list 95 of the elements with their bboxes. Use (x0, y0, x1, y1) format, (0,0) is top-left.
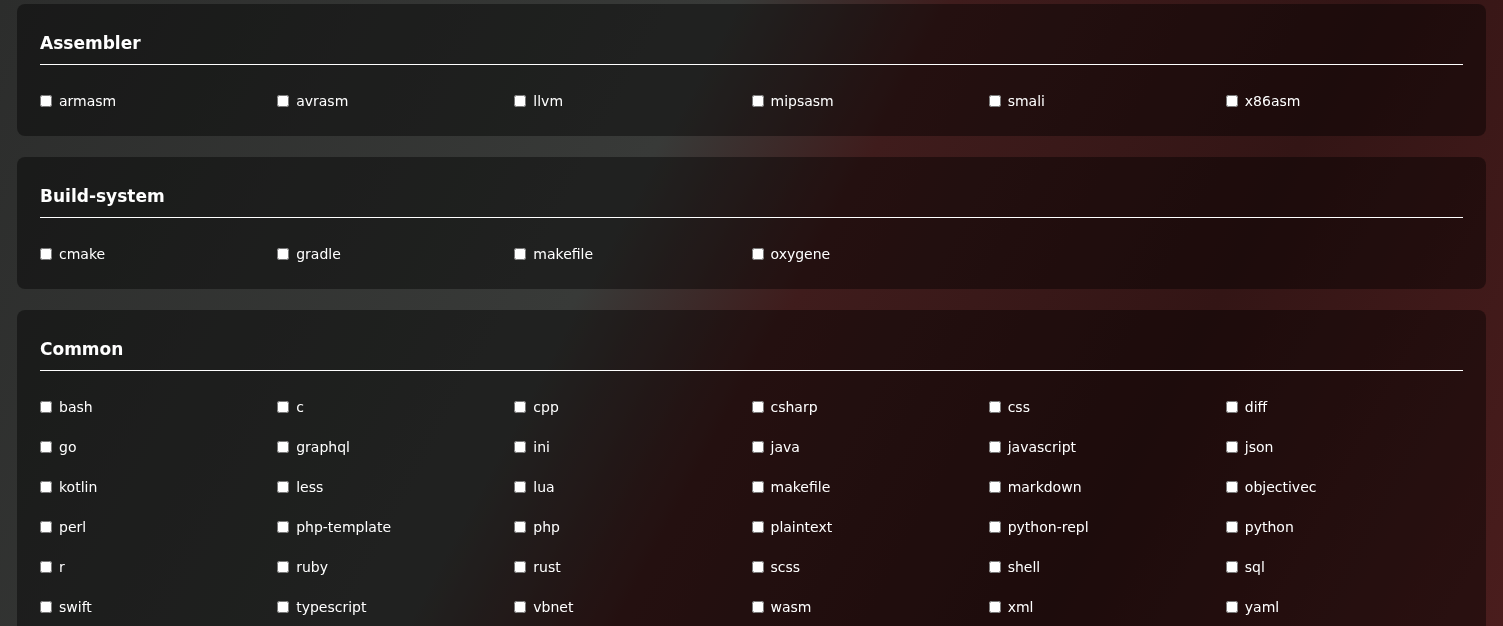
category-title: Assembler (40, 32, 142, 55)
checkbox[interactable] (988, 561, 1001, 573)
checkbox-label: ini (533, 437, 550, 457)
checkbox[interactable] (751, 401, 764, 413)
checkbox[interactable] (751, 441, 764, 453)
checkbox-label: swift (59, 597, 92, 617)
checkbox-label: lua (533, 477, 555, 497)
checkbox-label: avrasm (296, 91, 349, 111)
checkbox[interactable] (751, 95, 764, 107)
checkbox-label: gradle (296, 244, 341, 264)
checkbox[interactable] (514, 521, 527, 533)
checkbox[interactable] (751, 521, 764, 533)
checkbox-label: cpp (533, 397, 559, 417)
checkbox[interactable] (514, 401, 527, 413)
checkbox[interactable] (277, 95, 290, 107)
checkbox[interactable] (40, 248, 52, 260)
checkbox-label: javascript (1007, 437, 1076, 457)
checkbox[interactable] (514, 441, 527, 453)
checkbox-label: css (1007, 397, 1030, 417)
checkbox-label: graphql (296, 437, 350, 457)
checkbox[interactable] (514, 248, 527, 260)
checkbox[interactable] (277, 481, 290, 493)
checkbox-label: smali (1007, 91, 1045, 111)
checkbox[interactable] (988, 481, 1001, 493)
checkbox-label: wasm (770, 597, 812, 617)
checkbox[interactable] (40, 601, 52, 613)
checkbox-label: python (1244, 517, 1294, 537)
checkbox[interactable] (277, 441, 290, 453)
checkbox-label: oxygene (770, 244, 831, 264)
checkbox-label: json (1244, 437, 1274, 457)
checkbox-label: bash (59, 397, 93, 417)
checkbox-label: makefile (533, 244, 594, 264)
checkbox-label: go (59, 437, 77, 457)
checkbox[interactable] (1225, 561, 1238, 573)
checkbox[interactable] (751, 248, 764, 260)
checkbox[interactable] (277, 248, 290, 260)
checkbox[interactable] (1225, 481, 1238, 493)
checkbox-label: shell (1007, 557, 1041, 577)
checkbox[interactable] (277, 521, 290, 533)
checkbox-label: r (59, 557, 65, 577)
checkbox[interactable] (40, 441, 52, 453)
checkbox-label: mipsasm (770, 91, 834, 111)
checkbox-label: ruby (296, 557, 328, 577)
checkbox-label: x86asm (1244, 91, 1301, 111)
checkbox[interactable] (514, 481, 527, 493)
checkbox[interactable] (1225, 601, 1238, 613)
checkbox-label: vbnet (533, 597, 574, 617)
checkbox-label: less (296, 477, 324, 497)
checkbox[interactable] (1225, 95, 1238, 107)
checkbox[interactable] (751, 601, 764, 613)
checkbox[interactable] (277, 401, 290, 413)
checkbox[interactable] (40, 561, 52, 573)
checkbox-label: objectivec (1244, 477, 1317, 497)
checkbox-label: plaintext (770, 517, 833, 537)
checkbox-label: xml (1007, 597, 1034, 617)
checkbox[interactable] (1225, 401, 1238, 413)
checkbox[interactable] (40, 95, 52, 107)
checkbox-label: php (533, 517, 560, 537)
checkbox[interactable] (514, 95, 527, 107)
checkbox-label: armasm (59, 91, 117, 111)
category-title: Build-system (40, 185, 166, 208)
checkbox-label: llvm (533, 91, 564, 111)
checkbox-label: diff (1244, 397, 1268, 417)
checkbox[interactable] (277, 561, 290, 573)
checkbox[interactable] (751, 561, 764, 573)
checkbox[interactable] (988, 521, 1001, 533)
checkbox-label: scss (770, 557, 801, 577)
checkbox-label: php-template (296, 517, 392, 537)
checkbox[interactable] (1225, 441, 1238, 453)
checkbox[interactable] (1225, 521, 1238, 533)
checkbox[interactable] (514, 561, 527, 573)
checkbox[interactable] (988, 441, 1001, 453)
category-title: Common (40, 338, 125, 361)
checkbox[interactable] (988, 95, 1001, 107)
checkbox-label: csharp (770, 397, 818, 417)
checkbox-label: kotlin (59, 477, 98, 497)
checkbox-label: markdown (1007, 477, 1082, 497)
checkbox-label: makefile (770, 477, 831, 497)
checkbox-label: python-repl (1007, 517, 1089, 537)
checkbox-label: java (770, 437, 800, 457)
checkbox[interactable] (988, 601, 1001, 613)
checkbox[interactable] (751, 481, 764, 493)
checkbox[interactable] (40, 401, 52, 413)
checkbox[interactable] (40, 481, 52, 493)
checkbox-label: cmake (59, 244, 106, 264)
checkbox-label: sql (1244, 557, 1265, 577)
checkbox-label: c (296, 397, 304, 417)
checkbox[interactable] (277, 601, 290, 613)
checkbox[interactable] (988, 401, 1001, 413)
checkbox-label: typescript (296, 597, 367, 617)
checkbox-label: yaml (1244, 597, 1280, 617)
checkbox-label: perl (59, 517, 87, 537)
checkbox[interactable] (40, 521, 52, 533)
checkbox[interactable] (514, 601, 527, 613)
checkbox-label: rust (533, 557, 561, 577)
